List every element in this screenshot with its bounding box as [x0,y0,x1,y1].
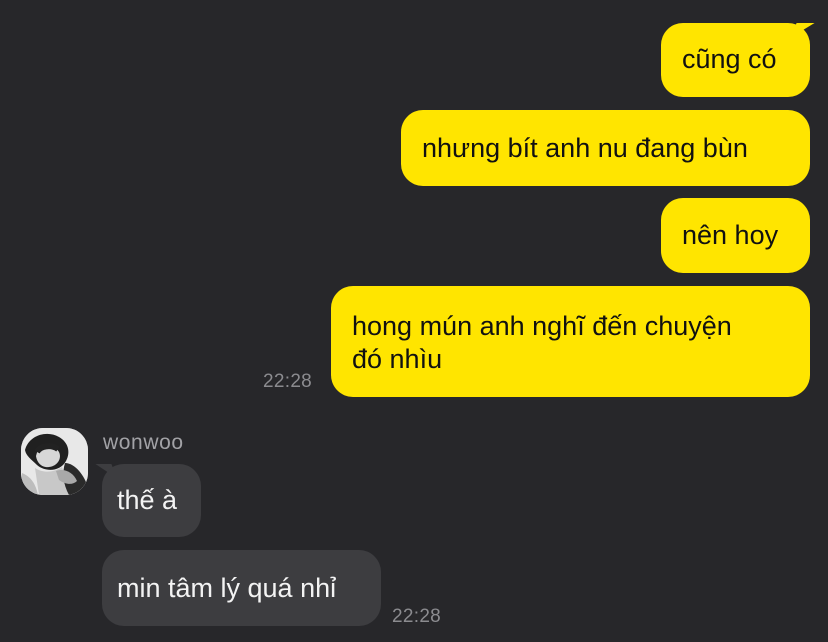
profile-photo-avatar-icon [21,428,88,495]
message-text: nhưng bít anh nu đang bùn [422,133,748,163]
chat-window: cũng có nhưng bít anh nu đang bùn nên ho… [0,0,828,642]
incoming-timestamp: 22:28 [392,606,442,627]
message-text: cũng có [682,44,777,74]
outgoing-message-1[interactable]: cũng có [661,23,810,97]
outgoing-message-4[interactable]: hong mún anh nghĩ đến chuyện đó nhìu [331,286,810,397]
outgoing-timestamp: 22:28 [263,371,313,392]
incoming-message-1[interactable]: thế à [102,464,201,537]
outgoing-message-3[interactable]: nên hoy [661,198,810,273]
message-text-line-2: đó nhìu [352,344,443,374]
sender-name: wonwoo [103,431,184,454]
message-text: nên hoy [682,220,779,250]
sender-avatar[interactable] [21,428,88,495]
incoming-message-2[interactable]: min tâm lý quá nhỉ [102,550,381,626]
message-text: min tâm lý quá nhỉ [117,573,337,603]
outgoing-message-2[interactable]: nhưng bít anh nu đang bùn [401,110,810,186]
outgoing-bubble-tail [791,23,815,37]
message-text: thế à [117,485,178,515]
message-text-line-1: hong mún anh nghĩ đến chuyện [352,311,732,341]
